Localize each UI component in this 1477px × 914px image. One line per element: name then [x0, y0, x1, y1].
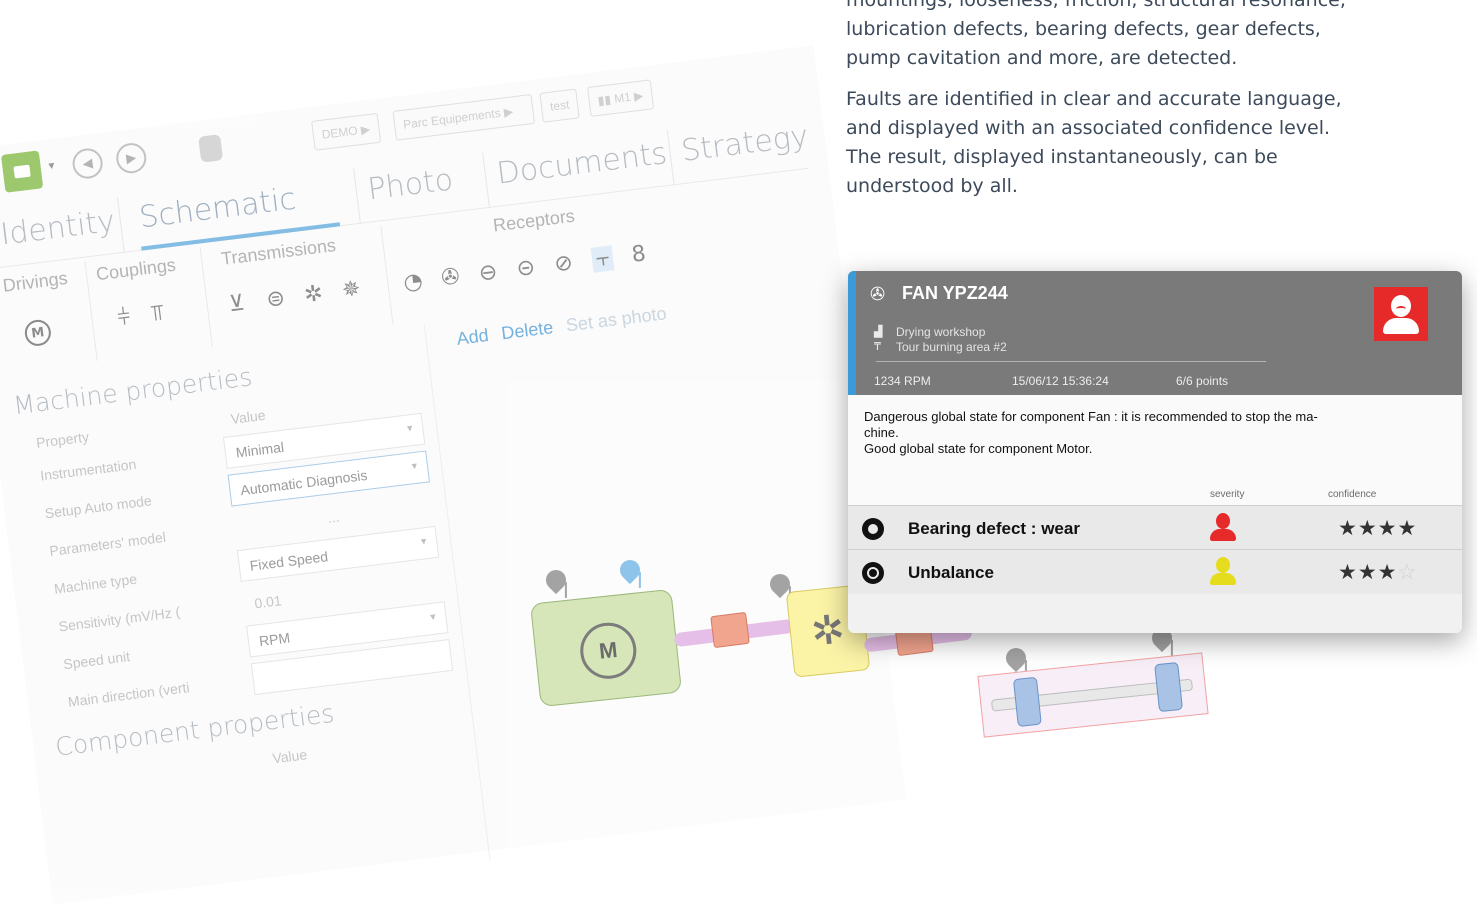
fan-icon[interactable]: ✇: [440, 264, 461, 291]
danger-status-icon: [1374, 287, 1428, 341]
fault-row[interactable]: Bearing defect : wear ★★★★: [848, 505, 1462, 550]
roller-icon[interactable]: ⫟: [590, 245, 615, 273]
confidence-stars: ★★★★: [1338, 516, 1418, 540]
coupling-icon[interactable]: ⫪: [150, 300, 165, 326]
medical-kit-icon[interactable]: [0, 150, 44, 193]
column-header-value: Value: [271, 746, 308, 767]
machine-title: FAN YPZ244: [902, 283, 1008, 303]
column-header-value: Value: [229, 406, 267, 427]
fault-name: Bearing defect : wear: [908, 519, 1080, 538]
bearing-icon: [862, 518, 884, 540]
tab-strategy[interactable]: Strategy: [679, 119, 810, 169]
message-line: Good global state for component Motor.: [864, 441, 1093, 456]
breadcrumb-m1[interactable]: ▮▮ M1 ▶: [587, 79, 654, 117]
location-area: Tour burning area #2: [896, 340, 1007, 354]
tab-divider: [482, 152, 490, 208]
coupling-icon[interactable]: ⫩: [116, 305, 132, 331]
group-label-receptors: Receptors: [491, 205, 576, 236]
column-header-confidence: confidence: [1328, 489, 1377, 500]
motor-icon[interactable]: M: [23, 318, 53, 348]
chevron-down-icon: ▼: [404, 422, 415, 434]
tab-divider: [116, 197, 125, 253]
intro-paragraph-2: Faults are identified in clear and accur…: [846, 88, 1342, 197]
belt-transmission-icon[interactable]: ⊻: [227, 291, 246, 318]
chain-transmission-icon[interactable]: ⊜: [265, 286, 286, 313]
breadcrumb-demo[interactable]: DEMO ▶: [311, 112, 381, 151]
breadcrumb-label: M1: [613, 89, 632, 106]
database-icon[interactable]: [198, 134, 224, 163]
chevron-down-icon: ▼: [427, 611, 438, 623]
divider: [876, 361, 1266, 362]
delete-button[interactable]: Delete: [500, 317, 554, 343]
chevron-down-icon: ▼: [409, 460, 420, 472]
screw-compressor-icon[interactable]: ⊝: [515, 255, 536, 282]
chevron-down-icon: ▼: [418, 535, 429, 547]
property-label: Main direction (verti: [67, 679, 191, 710]
diagnosis-card: ✇ FAN YPZ244 ▟ Drying workshop ₸ Tour bu…: [848, 271, 1462, 633]
breadcrumb-label: DEMO: [320, 123, 359, 142]
severity-icon: [1208, 513, 1238, 543]
select-value: Minimal: [234, 438, 285, 461]
roller-bearing: [1154, 661, 1184, 713]
select-value: Automatic Diagnosis: [239, 466, 369, 499]
group-label-couplings: Couplings: [94, 254, 177, 285]
breadcrumb-label: test: [549, 97, 571, 114]
roller-component[interactable]: [977, 652, 1209, 738]
fault-row[interactable]: Unbalance ★★★☆: [848, 549, 1462, 594]
forward-button[interactable]: ▶: [114, 141, 148, 175]
generator-icon[interactable]: ⊘: [553, 250, 574, 277]
compressor-icon[interactable]: ⊖: [477, 260, 498, 287]
measurement-datetime: 15/06/12 15:36:24: [1012, 374, 1109, 388]
group-divider: [199, 247, 213, 347]
back-button[interactable]: ◀: [70, 146, 105, 181]
dropdown-caret-icon[interactable]: ▼: [46, 160, 57, 172]
diagnosis-card-header: ✇ FAN YPZ244 ▟ Drying workshop ₸ Tour bu…: [848, 271, 1462, 395]
breadcrumb-label: Parc Equipements: [402, 105, 502, 132]
tab-identity[interactable]: Identity: [0, 204, 117, 253]
group-label-transmissions: Transmissions: [220, 234, 337, 269]
select-value: RPM: [258, 629, 291, 650]
points-count: 6/6 points: [1176, 374, 1229, 388]
accent-bar: [848, 271, 856, 395]
pump-icon[interactable]: ◔: [402, 269, 424, 296]
signpost-icon: ₸: [874, 341, 881, 353]
message-line: chine.: [864, 425, 899, 440]
sensor-pin[interactable]: [1001, 643, 1031, 673]
breadcrumb-test[interactable]: test: [539, 88, 581, 123]
intro-paragraph-1: mountings, looseness, friction, structur…: [846, 0, 1346, 69]
select-value: Fixed Speed: [248, 548, 329, 574]
tab-schematic[interactable]: Schematic: [138, 182, 298, 236]
factory-icon: ▟: [874, 326, 883, 338]
unbalance-icon: [862, 562, 884, 584]
gear-icon[interactable]: ✲: [303, 281, 324, 308]
rotation-speed: 1234 RPM: [874, 374, 931, 388]
intro-text: mountings, looseness, friction, structur…: [846, 0, 1366, 213]
gearbox-icon[interactable]: ✵: [341, 276, 362, 303]
roller-bearing: [1012, 676, 1042, 728]
column-header-property: Property: [35, 428, 90, 451]
column-header-severity: severity: [1210, 489, 1245, 500]
add-button[interactable]: Add: [456, 325, 490, 349]
roller-shaft: [990, 678, 1194, 712]
equipment-editor-window: ▼ ◀ ▶ DEMO ▶ Parc Equipements ▶ test ▮▮ …: [0, 45, 907, 914]
tab-photo[interactable]: Photo: [366, 162, 455, 207]
message-line: Dangerous global state for component Fan…: [864, 409, 1318, 424]
severity-icon: [1208, 557, 1238, 587]
fan-icon: ✇: [870, 284, 886, 304]
spindle-icon[interactable]: 8: [630, 241, 647, 268]
breadcrumb-parc[interactable]: Parc Equipements ▶: [392, 93, 536, 141]
tab-divider: [353, 168, 361, 224]
chart-icon: ▮▮: [596, 92, 612, 108]
location-workshop: Drying workshop: [896, 325, 986, 339]
machine-properties-title: Machine properties: [11, 362, 254, 421]
group-divider: [380, 225, 394, 325]
group-label-drivings: Drivings: [1, 267, 69, 296]
tab-divider: [666, 129, 675, 186]
confidence-stars: ★★★☆: [1338, 560, 1418, 584]
properties-panel: Machine properties Property Value Instru…: [0, 324, 491, 914]
tab-documents[interactable]: Documents: [495, 136, 669, 192]
fault-name: Unbalance: [908, 563, 994, 582]
